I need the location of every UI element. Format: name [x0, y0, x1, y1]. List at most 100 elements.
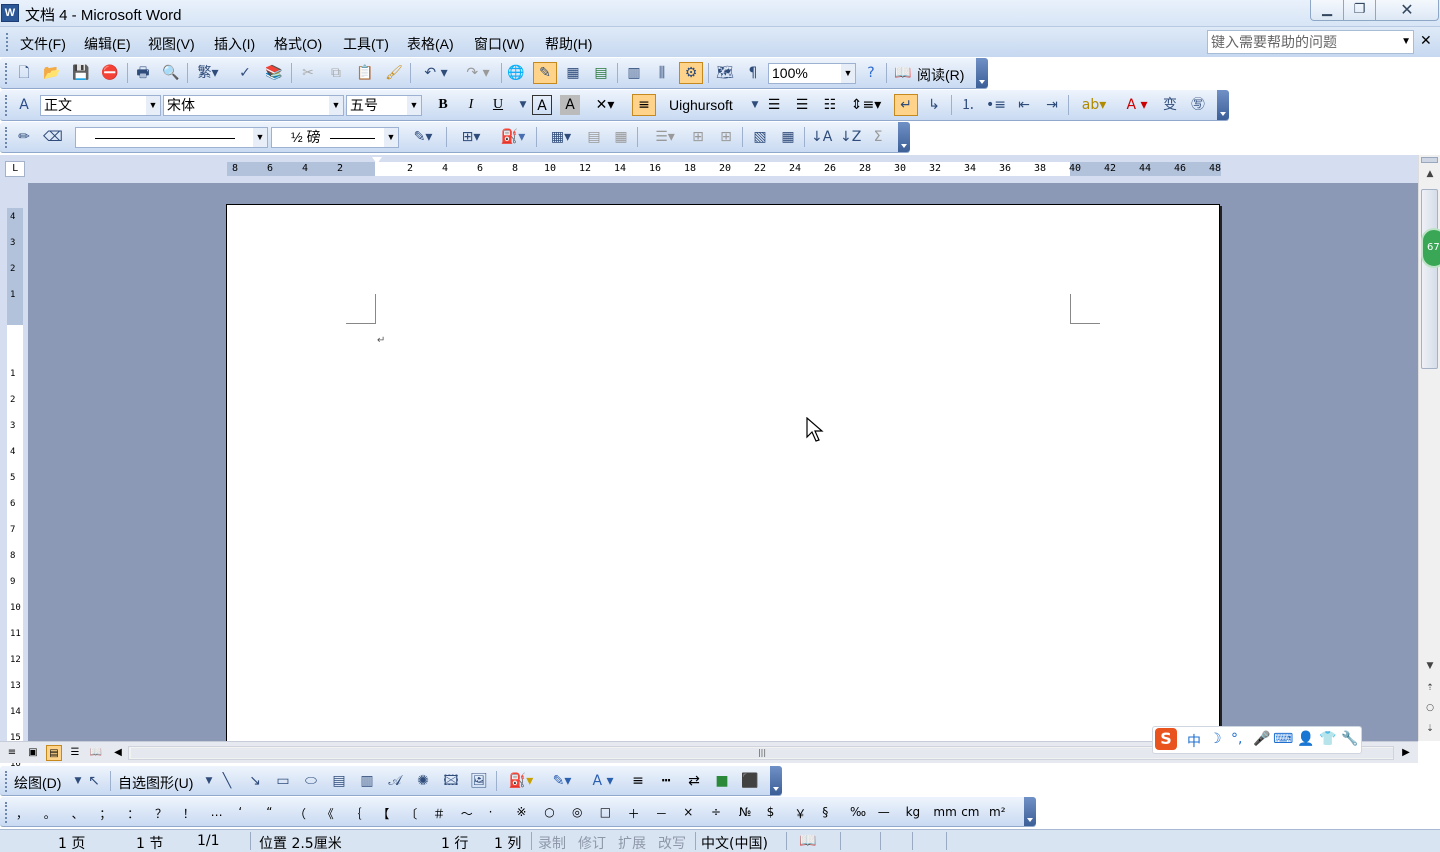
autosum-icon[interactable]: Σ	[868, 127, 888, 147]
line-spacing-icon[interactable]: ⇕≡▾	[847, 95, 885, 115]
minimize-button[interactable]: ▁	[1310, 0, 1344, 21]
symbol-button[interactable]: ‘	[238, 805, 242, 819]
microphone-icon[interactable]: 🎤	[1253, 731, 1270, 747]
symbol-button[interactable]: 、	[72, 805, 84, 822]
half-width-icon[interactable]: ☽	[1209, 731, 1222, 747]
chevron-down-icon[interactable]: ▼	[199, 771, 219, 791]
enclose-char-icon[interactable]: ㊢	[1188, 95, 1208, 115]
line-style-icon[interactable]: ≡	[628, 771, 648, 791]
styles-pane-icon[interactable]: A	[14, 95, 34, 115]
clip-art-icon[interactable]: 🖾	[441, 771, 461, 791]
chevron-down-icon[interactable]: ▼	[841, 64, 855, 83]
toolbar-grip[interactable]	[5, 802, 8, 823]
status-rec[interactable]: 录制	[538, 833, 566, 852]
select-browse-object-icon[interactable]: ○	[1419, 703, 1440, 713]
menu-view[interactable]: 视图(V)	[148, 34, 195, 54]
toolbar-options-icon[interactable]	[976, 58, 988, 88]
chevron-down-icon[interactable]: ▼	[329, 96, 343, 115]
show-hide-icon[interactable]: ¶	[743, 63, 763, 83]
research-icon[interactable]: 📚	[264, 63, 284, 83]
symbol-button[interactable]: ：	[127, 805, 139, 822]
symbol-button[interactable]: ？	[155, 805, 167, 822]
char-border-icon[interactable]: A	[532, 95, 552, 115]
symbol-button[interactable]: ÷	[711, 805, 721, 819]
ltr-icon[interactable]: ↵	[894, 94, 918, 116]
font-size-select[interactable]: 五号 ▼	[346, 95, 422, 116]
help-search-input[interactable]: 键入需要帮助的问题 ▼	[1207, 30, 1414, 54]
menu-tools[interactable]: 工具(T)	[343, 34, 389, 54]
symbol-button[interactable]: ＋	[628, 805, 640, 822]
menu-table[interactable]: 表格(A)	[407, 34, 454, 54]
horizontal-ruler[interactable]: 8 6 4 2 2 4 6 8 10 12 14 16 18 20 22 24 26 28 30 32 34 36 38 40…	[227, 162, 1221, 176]
toolbar-grip[interactable]	[5, 127, 8, 148]
outside-border-icon[interactable]: ⊞▾	[451, 127, 491, 147]
undo-icon[interactable]: ↶ ▾	[416, 63, 456, 83]
symbol-button[interactable]: ×	[683, 805, 693, 819]
punctuation-icon[interactable]: °,	[1231, 731, 1242, 747]
chevron-down-icon[interactable]: ▼	[745, 95, 765, 115]
symbol-button[interactable]: ！	[183, 805, 195, 822]
paragraph-mark[interactable]: ↵	[377, 335, 385, 346]
distribute-columns-icon[interactable]: ⊞	[716, 127, 736, 147]
symbol-button[interactable]: —	[878, 805, 890, 819]
spelling-icon[interactable]: ✓	[235, 63, 255, 83]
next-page-icon[interactable]: ⇣	[1419, 724, 1440, 734]
reading-layout-icon[interactable]: 📖	[88, 745, 104, 761]
highlight-icon[interactable]: ab▾	[1074, 95, 1114, 115]
word-app-icon[interactable]: W	[1, 4, 19, 22]
rtl-icon[interactable]: ↳	[924, 95, 944, 115]
align-cell-icon[interactable]: ☰▾	[645, 127, 685, 147]
draw-table-icon[interactable]: ✏	[14, 127, 34, 147]
vertical-text-box-icon[interactable]: ▥	[357, 771, 377, 791]
toolbar-grip[interactable]	[5, 771, 8, 792]
shadow-style-icon[interactable]: ■	[712, 771, 732, 791]
status-ovr[interactable]: 改写	[658, 833, 686, 852]
hyperlink-icon[interactable]: 🌐	[506, 63, 526, 83]
close-document-icon[interactable]: ✕	[1420, 33, 1432, 49]
sort-ascending-icon[interactable]: ↓A	[811, 127, 832, 147]
previous-page-icon[interactable]: ⇡	[1419, 683, 1440, 693]
menu-window[interactable]: 窗口(W)	[474, 34, 525, 54]
symbol-button[interactable]: 《	[322, 805, 334, 822]
read-button[interactable]: 阅读(R)	[917, 65, 964, 85]
symbol-button[interactable]: mm	[933, 805, 956, 819]
status-trk[interactable]: 修订	[578, 833, 606, 852]
paste-icon[interactable]: 📋	[355, 63, 375, 83]
symbol-button[interactable]: －	[655, 805, 667, 822]
menu-file[interactable]: 文件(F)	[20, 34, 66, 54]
scroll-right-icon[interactable]: ▶	[1398, 745, 1414, 761]
first-line-indent-marker[interactable]	[372, 157, 382, 164]
permission-icon[interactable]: ⛔	[100, 63, 120, 83]
sort-descending-icon[interactable]: ↓Z	[840, 127, 861, 147]
symbol-button[interactable]: №	[739, 805, 751, 819]
document-page[interactable]: ↵	[226, 204, 1220, 741]
char-shading-icon[interactable]: A	[560, 95, 580, 115]
chevron-down-icon[interactable]: ▼	[384, 128, 398, 147]
chinese-convert-icon[interactable]: 繁▾	[193, 63, 223, 83]
symbol-button[interactable]: …	[211, 805, 223, 819]
chevron-down-icon[interactable]: ▼	[407, 96, 421, 115]
split-cells-icon[interactable]: ▦	[611, 127, 631, 147]
symbol-button[interactable]: kg	[906, 805, 921, 819]
style-select[interactable]: 正文 ▼	[40, 95, 161, 116]
line-icon[interactable]: ╲	[217, 771, 237, 791]
insert-table-dd-icon[interactable]: ▦▾	[541, 127, 581, 147]
menu-insert[interactable]: 插入(I)	[214, 34, 255, 54]
chevron-down-icon[interactable]: ▼	[146, 96, 160, 115]
font-select[interactable]: 宋体 ▼	[163, 95, 344, 116]
ime-toolbar[interactable]: S 中 ☽ °, 🎤 ⌨ 👤 👕 🔧	[1152, 726, 1362, 754]
picture-icon[interactable]: 🖼	[469, 771, 489, 791]
settings-wrench-icon[interactable]: 🔧	[1341, 731, 1358, 747]
italic-button[interactable]: I	[461, 95, 481, 115]
insert-excel-icon[interactable]: ▤	[591, 63, 611, 83]
bold-button[interactable]: B	[433, 95, 453, 115]
normal-view-icon[interactable]: ≡	[4, 745, 20, 761]
eraser-icon[interactable]: ⌫	[43, 127, 63, 147]
tables-borders-icon[interactable]: ✎	[533, 62, 557, 84]
spelling-status-icon[interactable]: 📖	[799, 833, 816, 849]
web-view-icon[interactable]: ▣	[25, 745, 41, 761]
distributed-icon[interactable]: ☷	[820, 95, 840, 115]
scroll-up-icon[interactable]: ▲	[1419, 169, 1440, 179]
scroll-thumb[interactable]	[1421, 189, 1438, 369]
line-style-select[interactable]: ▼	[75, 127, 268, 148]
